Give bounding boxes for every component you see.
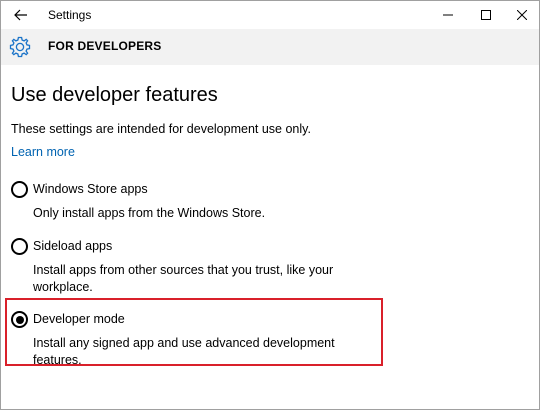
header-title: FOR DEVELOPERS xyxy=(48,39,162,53)
option-description: Only install apps from the Windows Store… xyxy=(33,206,266,220)
maximize-icon xyxy=(481,10,491,20)
main-content: Use developer features These settings ar… xyxy=(1,65,539,409)
close-button[interactable] xyxy=(505,1,539,29)
highlight-annotation xyxy=(5,298,383,366)
radio-windows-store-apps[interactable] xyxy=(11,181,28,198)
page-header: FOR DEVELOPERS xyxy=(1,29,539,65)
learn-more-link[interactable]: Learn more xyxy=(11,145,75,159)
maximize-button[interactable] xyxy=(469,1,503,29)
page-title: Use developer features xyxy=(11,84,218,106)
window-title: Settings xyxy=(48,8,92,22)
minimize-icon xyxy=(443,14,453,16)
back-arrow-icon xyxy=(14,9,27,21)
settings-window: Settings FOR DEVELOPERS Use developer fe… xyxy=(0,0,540,410)
option-label: Windows Store apps xyxy=(33,182,148,196)
close-icon xyxy=(517,10,527,20)
intro-text: These settings are intended for developm… xyxy=(11,122,311,136)
option-label: Sideload apps xyxy=(33,239,113,253)
back-button[interactable] xyxy=(1,1,41,29)
radio-sideload-apps[interactable] xyxy=(11,238,28,255)
minimize-button[interactable] xyxy=(431,1,465,29)
option-description: Install apps from other sources that you… xyxy=(33,263,334,294)
title-bar: Settings xyxy=(1,1,539,29)
gear-icon xyxy=(9,36,31,58)
